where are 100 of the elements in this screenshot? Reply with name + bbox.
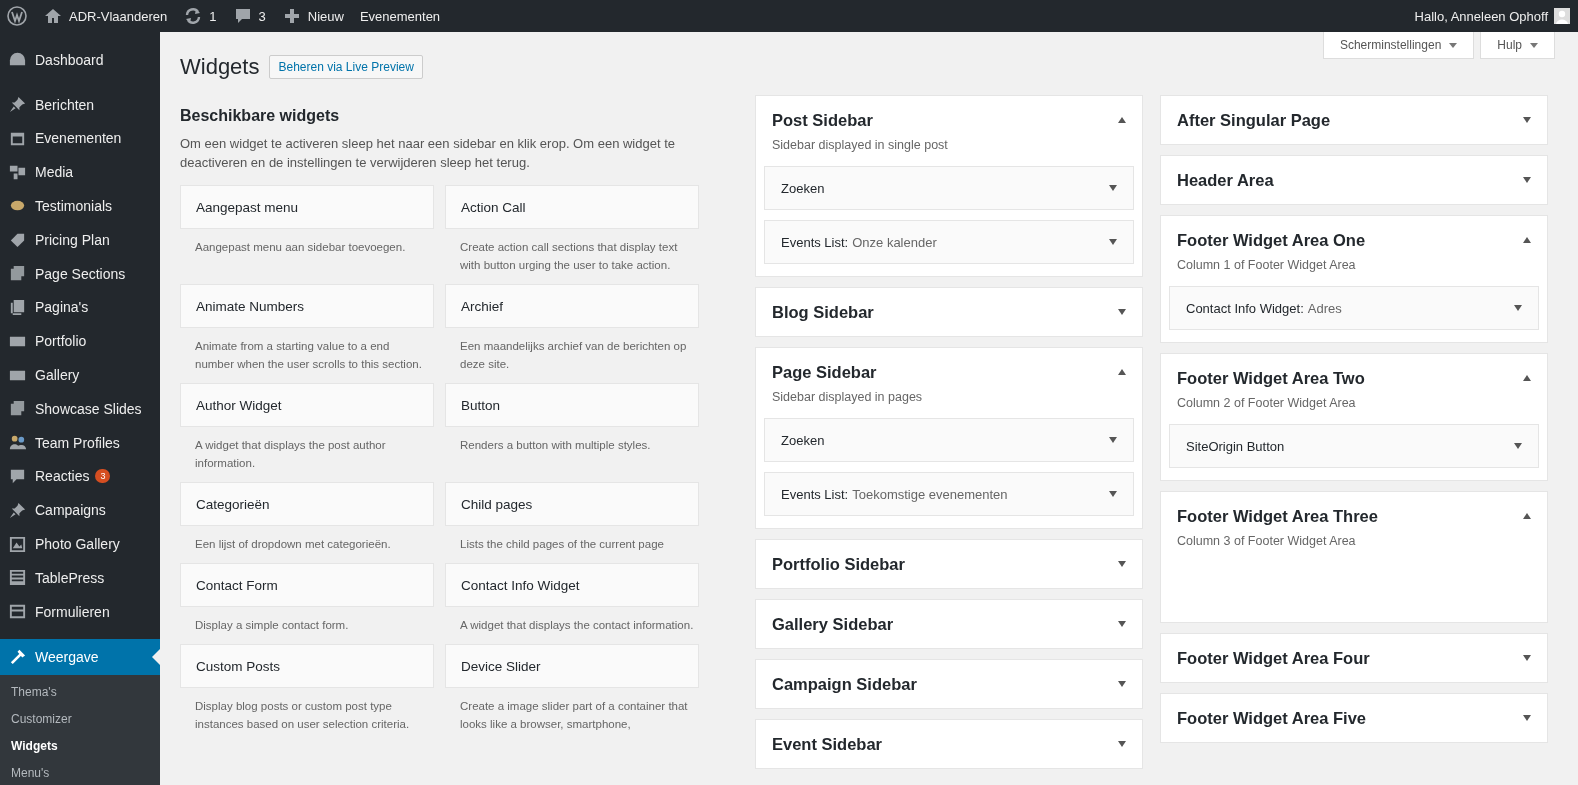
widget-description: Een maandelijks archief van de berichten op deze site. bbox=[459, 339, 688, 372]
widget-name: Contact Info Widget: bbox=[1186, 300, 1304, 316]
sidebar-title[interactable]: Footer Widget Area Five bbox=[1177, 708, 1367, 728]
widget-tile[interactable]: Author Widget bbox=[180, 383, 434, 427]
placed-widget[interactable]: Zoeken bbox=[764, 418, 1134, 462]
table-icon bbox=[8, 568, 27, 588]
pages-icon bbox=[8, 297, 27, 317]
sidebar-title[interactable]: Gallery Sidebar bbox=[772, 614, 894, 634]
menu-item[interactable]: Portfolio bbox=[0, 324, 160, 359]
widget-tile[interactable]: Custom Posts bbox=[180, 644, 434, 688]
sidebar-title[interactable]: Footer Widget Area Three bbox=[1177, 506, 1378, 526]
toggle-icon[interactable] bbox=[1109, 185, 1117, 191]
sidebar-title[interactable]: Event Sidebar bbox=[772, 734, 883, 754]
toggle-icon[interactable] bbox=[1523, 117, 1531, 123]
sidebar-title[interactable]: Post Sidebar bbox=[772, 110, 873, 130]
menu-item[interactable]: Weergave bbox=[0, 638, 160, 675]
placed-widget[interactable]: Events List: Toekomstige evenementen bbox=[764, 472, 1134, 516]
toggle-icon[interactable] bbox=[1118, 369, 1126, 375]
current-pointer-icon bbox=[152, 648, 160, 665]
toggle-icon[interactable] bbox=[1514, 305, 1522, 311]
widget-name: Zoeken bbox=[781, 180, 825, 196]
widget-tile[interactable]: Contact Info Widget bbox=[445, 563, 699, 607]
toggle-icon[interactable] bbox=[1118, 741, 1126, 747]
submenu-item[interactable]: Thema's bbox=[0, 678, 160, 706]
toggle-icon[interactable] bbox=[1523, 655, 1531, 661]
sidebar-title[interactable]: Footer Widget Area Four bbox=[1177, 648, 1370, 668]
widget-subtitle: Onze kalender bbox=[852, 234, 937, 250]
toggle-icon[interactable] bbox=[1109, 239, 1117, 245]
screen-tab[interactable]: Hulp bbox=[1480, 32, 1555, 59]
submenu-item[interactable]: Widgets bbox=[0, 732, 160, 760]
toggle-icon[interactable] bbox=[1118, 621, 1126, 627]
toggle-icon[interactable] bbox=[1523, 237, 1531, 243]
widget-description: Aangepast menu aan sidebar toevoegen. bbox=[194, 240, 407, 255]
sidebar-title[interactable]: After Singular Page bbox=[1177, 110, 1331, 130]
menu-item[interactable]: Gallery bbox=[0, 358, 160, 392]
screen-tab[interactable]: Scherminstellingen bbox=[1322, 32, 1475, 59]
widget-description: Animate from a starting value to a end number when the user scrolls to this section. bbox=[194, 339, 423, 372]
menu-item[interactable]: Reacties 3 bbox=[0, 459, 160, 494]
toggle-icon[interactable] bbox=[1514, 443, 1522, 449]
toggle-icon[interactable] bbox=[1523, 513, 1531, 519]
menu-item[interactable]: Formulieren bbox=[0, 594, 160, 629]
menu-item[interactable]: Pagina's bbox=[0, 290, 160, 325]
wordpress-logo-icon[interactable] bbox=[7, 6, 27, 26]
placed-widget[interactable]: Events List: Onze kalender bbox=[764, 220, 1134, 264]
toggle-icon[interactable] bbox=[1118, 561, 1126, 567]
menu-item[interactable]: Evenementen bbox=[0, 121, 160, 156]
sidebar-title[interactable]: Campaign Sidebar bbox=[772, 674, 917, 694]
placed-widget[interactable]: SiteOrigin Button bbox=[1169, 424, 1539, 468]
widget-tile[interactable]: Archief bbox=[445, 284, 699, 328]
events-link[interactable]: Evenementen bbox=[359, 8, 441, 24]
widget-name: Events List: bbox=[781, 486, 849, 502]
menu-item[interactable]: Team Profiles bbox=[0, 425, 160, 460]
menu-item[interactable]: Showcase Slides bbox=[0, 391, 160, 426]
widget-description: Display a simple contact form. bbox=[194, 618, 350, 633]
new-link[interactable]: Nieuw bbox=[307, 8, 344, 24]
sidebar-title[interactable]: Blog Sidebar bbox=[772, 302, 874, 322]
pin-icon bbox=[8, 500, 27, 520]
menu-item[interactable]: TablePress bbox=[0, 560, 160, 595]
menu-item[interactable]: Testimonials bbox=[0, 189, 160, 223]
toggle-icon[interactable] bbox=[1118, 309, 1126, 315]
site-link[interactable]: ADR-Vlaanderen bbox=[69, 8, 168, 24]
widget-description: Lists the child pages of the current page bbox=[459, 537, 665, 552]
sidebar-title[interactable]: Page Sidebar bbox=[772, 362, 877, 382]
menu-item[interactable]: Media bbox=[0, 155, 160, 190]
sidebar-title[interactable]: Header Area bbox=[1177, 170, 1274, 190]
submenu-item[interactable]: Menu's bbox=[0, 759, 160, 785]
widget-tile[interactable]: Animate Numbers bbox=[180, 284, 434, 328]
widget-tile[interactable]: Contact Form bbox=[180, 563, 434, 607]
menu-item[interactable]: Pricing Plan bbox=[0, 223, 160, 257]
toggle-icon[interactable] bbox=[1109, 437, 1117, 443]
menu-item[interactable]: Photo Gallery bbox=[0, 527, 160, 561]
user-greeting[interactable]: Hallo, Anneleen Ophoff bbox=[1414, 8, 1548, 24]
widget-tile[interactable]: Aangepast menu bbox=[180, 185, 434, 229]
menu-item[interactable]: Dashboard bbox=[0, 43, 160, 77]
toggle-icon[interactable] bbox=[1109, 491, 1117, 497]
menu-item[interactable]: Campaigns bbox=[0, 493, 160, 528]
live-preview-button[interactable]: Beheren via Live Preview bbox=[269, 55, 423, 79]
toggle-icon[interactable] bbox=[1523, 375, 1531, 381]
toggle-icon[interactable] bbox=[1523, 715, 1531, 721]
widget-tile[interactable]: Device Slider bbox=[445, 644, 699, 688]
sidebar-title[interactable]: Portfolio Sidebar bbox=[772, 554, 905, 574]
sidebar-title[interactable]: Footer Widget Area Two bbox=[1177, 368, 1365, 388]
comment-count[interactable]: 3 bbox=[258, 8, 266, 24]
menu-item[interactable]: Page Sections bbox=[0, 256, 160, 291]
update-count[interactable]: 1 bbox=[209, 8, 217, 24]
submenu-item[interactable]: Customizer bbox=[0, 705, 160, 733]
placed-widget[interactable]: Zoeken bbox=[764, 166, 1134, 210]
sidebar-title[interactable]: Footer Widget Area One bbox=[1177, 230, 1366, 250]
widget-tile[interactable]: Button bbox=[445, 383, 699, 427]
menu-item[interactable]: Berichten bbox=[0, 87, 160, 122]
widget-tile[interactable]: Action Call bbox=[445, 185, 699, 229]
widget-tile[interactable]: Child pages bbox=[445, 482, 699, 526]
toggle-icon[interactable] bbox=[1118, 681, 1126, 687]
toggle-icon[interactable] bbox=[1118, 117, 1126, 123]
widget-tile[interactable]: Categorieën bbox=[180, 482, 434, 526]
sidebar-description: Sidebar displayed in single post bbox=[771, 138, 949, 152]
home-icon[interactable] bbox=[43, 6, 63, 26]
toggle-icon[interactable] bbox=[1523, 177, 1531, 183]
widget-description: Create action call sections that display text with button urging the user to take action. bbox=[459, 240, 679, 273]
placed-widget[interactable]: Contact Info Widget: Adres bbox=[1169, 286, 1539, 330]
